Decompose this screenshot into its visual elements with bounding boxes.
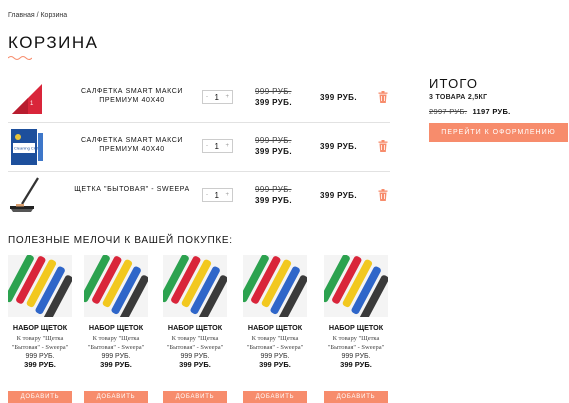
brush-set-image[interactable] xyxy=(324,255,388,317)
quantity-stepper[interactable]: - 1 + xyxy=(202,90,233,104)
summary-new-total: 1197 РУБ. xyxy=(472,107,511,116)
breadcrumb[interactable]: Главная / Корзина xyxy=(8,12,67,19)
qty-value[interactable]: 1 xyxy=(215,142,219,151)
upsell-product-card: НАБОР ЩЕТОК К товару "Щетка "Бытовая" - … xyxy=(163,255,227,403)
upsell-product-name[interactable]: НАБОР ЩЕТОК xyxy=(243,323,307,332)
upsell-old-price: 999 РУБ. xyxy=(260,353,290,360)
upsell-product-desc: К товару "Щетка "Бытовая" - Sweepa" xyxy=(246,335,304,351)
thumb-label: Cleaning Cloth xyxy=(14,146,40,151)
product-thumbnail[interactable]: Cleaning Cloth xyxy=(8,127,46,167)
qty-minus-button[interactable]: - xyxy=(206,94,208,100)
page-title: КОРЗИНА xyxy=(8,33,99,52)
qty-value[interactable]: 1 xyxy=(215,93,219,102)
qty-minus-button[interactable]: - xyxy=(206,143,208,149)
product-thumbnail[interactable]: 1 xyxy=(8,78,46,118)
add-to-cart-button[interactable]: ДОБАВИТЬ xyxy=(243,391,307,403)
upsell-old-price: 999 РУБ. xyxy=(25,353,55,360)
cart-item-name[interactable]: САЛФЕТКА SMART МАКСИ ПРЕМИУМ 40Х40 xyxy=(62,136,202,154)
summary-title: ИТОГО xyxy=(429,76,479,91)
old-price: 999 РУБ. xyxy=(255,185,292,194)
upsell-product-desc: К товару "Щетка "Бытовая" - Sweepa" xyxy=(166,335,224,351)
summary-meta: 3 ТОВАРА 2,5КГ xyxy=(429,94,488,101)
cart-list: 1 САЛФЕТКА SMART МАКСИ ПРЕМИУМ 40Х40 - 1… xyxy=(8,74,390,221)
upsell-new-price: 399 РУБ. xyxy=(24,360,56,369)
price-column: 999 РУБ. 399 РУБ. xyxy=(255,136,307,156)
upsell-old-price: 999 РУБ. xyxy=(341,353,371,360)
upsell-product-name[interactable]: НАБОР ЩЕТОК xyxy=(163,323,227,332)
upsell-product-desc: К товару "Щетка "Бытовая" - Sweepa" xyxy=(87,335,145,351)
cart-item-name[interactable]: САЛФЕТКА SMART МАКСИ ПРЕМИУМ 40Х40 xyxy=(62,87,202,105)
cart-row: 1 САЛФЕТКА SMART МАКСИ ПРЕМИУМ 40Х40 - 1… xyxy=(8,74,390,123)
summary-old-total: 2997 РУБ. xyxy=(429,107,468,116)
row-total: 399 РУБ. xyxy=(320,191,357,200)
qty-plus-button[interactable]: + xyxy=(225,94,229,100)
qty-value[interactable]: 1 xyxy=(215,191,219,200)
upsell-product-desc: К товару "Щетка "Бытовая" - Sweepa" xyxy=(11,335,69,351)
brush-set-image[interactable] xyxy=(84,255,148,317)
row-total: 399 РУБ. xyxy=(320,142,357,151)
price-column: 999 РУБ. 399 РУБ. xyxy=(255,185,307,205)
summary-prices: 2997 РУБ. 1197 РУБ. xyxy=(429,107,564,116)
order-summary: ИТОГО 3 ТОВАРА 2,5КГ 2997 РУБ. 1197 РУБ.… xyxy=(429,76,568,142)
upsell-old-price: 999 РУБ. xyxy=(180,353,210,360)
new-price: 399 РУБ. xyxy=(255,147,292,156)
trash-icon[interactable] xyxy=(378,189,388,201)
brush-set-image[interactable] xyxy=(163,255,227,317)
brush-set-image[interactable] xyxy=(243,255,307,317)
qty-plus-button[interactable]: + xyxy=(225,143,229,149)
add-to-cart-button[interactable]: ДОБАВИТЬ xyxy=(324,391,388,403)
cart-row: ЩЕТКА "БЫТОВАЯ" - SWEEPA - 1 + 999 РУБ. … xyxy=(8,172,390,221)
trash-icon[interactable] xyxy=(378,91,388,103)
old-price: 999 РУБ. xyxy=(255,87,292,96)
new-price: 399 РУБ. xyxy=(255,196,292,205)
upsell-product-desc: К товару "Щетка "Бытовая" - Sweepa" xyxy=(327,335,385,351)
upsell-new-price: 399 РУБ. xyxy=(100,360,132,369)
cart-row: Cleaning Cloth САЛФЕТКА SMART МАКСИ ПРЕМ… xyxy=(8,123,390,172)
upsell-title: ПОЛЕЗНЫЕ МЕЛОЧИ К ВАШЕЙ ПОКУПКЕ: xyxy=(8,235,233,246)
qty-plus-button[interactable]: + xyxy=(225,192,229,198)
upsell-products: НАБОР ЩЕТОК К товару "Щетка "Бытовая" - … xyxy=(8,255,398,403)
trash-icon[interactable] xyxy=(378,140,388,152)
upsell-new-price: 399 РУБ. xyxy=(179,360,211,369)
brush-set-image[interactable] xyxy=(8,255,72,317)
upsell-new-price: 399 РУБ. xyxy=(259,360,291,369)
upsell-product-name[interactable]: НАБОР ЩЕТОК xyxy=(84,323,148,332)
product-thumbnail[interactable] xyxy=(8,176,46,216)
checkout-button[interactable]: ПЕРЕЙТИ К ОФОРМЛЕНИЮ xyxy=(429,123,568,142)
upsell-product-name[interactable]: НАБОР ЩЕТОК xyxy=(324,323,388,332)
row-total: 399 РУБ. xyxy=(320,93,357,102)
upsell-product-name[interactable]: НАБОР ЩЕТОК xyxy=(8,323,72,332)
add-to-cart-button[interactable]: ДОБАВИТЬ xyxy=(84,391,148,403)
upsell-product-card: НАБОР ЩЕТОК К товару "Щетка "Бытовая" - … xyxy=(243,255,307,403)
upsell-product-card: НАБОР ЩЕТОК К товару "Щетка "Бытовая" - … xyxy=(8,255,72,403)
upsell-new-price: 399 РУБ. xyxy=(340,360,372,369)
quantity-stepper[interactable]: - 1 + xyxy=(202,188,233,202)
upsell-product-card: НАБОР ЩЕТОК К товару "Щетка "Бытовая" - … xyxy=(84,255,148,403)
add-to-cart-button[interactable]: ДОБАВИТЬ xyxy=(163,391,227,403)
add-to-cart-button[interactable]: ДОБАВИТЬ xyxy=(8,391,72,403)
upsell-old-price: 999 РУБ. xyxy=(101,353,131,360)
price-column: 999 РУБ. 399 РУБ. xyxy=(255,87,307,107)
new-price: 399 РУБ. xyxy=(255,98,292,107)
title-wave-decoration xyxy=(8,56,32,60)
old-price: 999 РУБ. xyxy=(255,136,292,145)
cart-item-name[interactable]: ЩЕТКА "БЫТОВАЯ" - SWEEPA xyxy=(62,185,202,194)
upsell-product-card: НАБОР ЩЕТОК К товару "Щетка "Бытовая" - … xyxy=(324,255,388,403)
quantity-stepper[interactable]: - 1 + xyxy=(202,139,233,153)
qty-minus-button[interactable]: - xyxy=(206,192,208,198)
